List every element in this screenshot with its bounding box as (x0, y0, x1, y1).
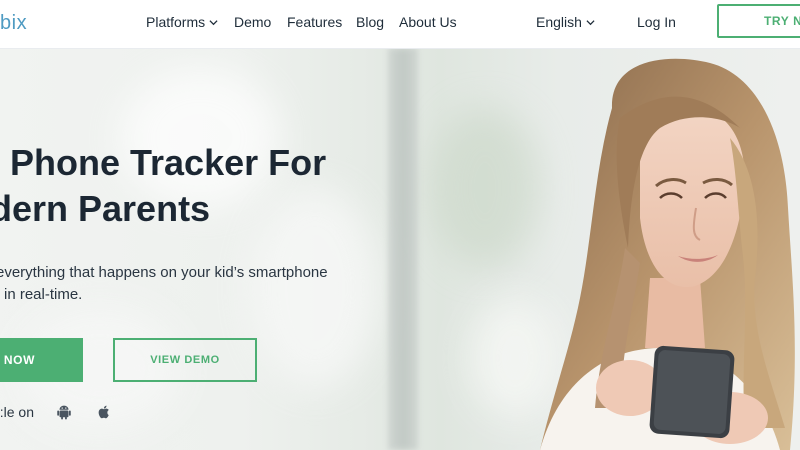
try-now-header-label: TRY NO (764, 14, 800, 28)
nav-features[interactable]: Features (287, 14, 342, 30)
subtext-line-2: in real-time. (4, 286, 83, 303)
available-on-label: le on: (0, 404, 34, 420)
login-link[interactable]: Log In (637, 14, 676, 30)
try-now-label: Y NOW (0, 353, 35, 367)
apple-icon[interactable] (95, 403, 113, 421)
view-demo-label: VIEW DEMO (150, 354, 220, 366)
try-now-header-button[interactable]: TRY NO (717, 4, 800, 38)
hero-woman-image (540, 58, 795, 450)
hero-section: l Phone Tracker For dern Parents everyth… (0, 48, 800, 450)
nav-blog-label: Blog (356, 14, 385, 30)
language-label: English (536, 14, 582, 30)
headline-line-1: l Phone Tracker For (0, 142, 327, 183)
login-label: Log In (637, 14, 676, 30)
nav-blog[interactable]: Blog (356, 14, 384, 30)
nav-demo-label: Demo (234, 14, 272, 30)
language-selector[interactable]: English (536, 14, 595, 30)
chevron-down-icon (586, 19, 595, 25)
nav-platforms[interactable]: Platforms (146, 14, 218, 30)
nav-about-us[interactable]: About Us (399, 14, 457, 30)
hero-subtext: everything that happens on your kid’s sm… (0, 262, 328, 306)
try-now-button[interactable]: Y NOW (0, 338, 83, 382)
nav-platforms-label: Platforms (146, 14, 206, 30)
subtext-line-1: everything that happens on your kid’s sm… (0, 264, 328, 281)
android-icon[interactable] (55, 403, 73, 421)
chevron-down-icon (209, 19, 218, 25)
view-demo-button[interactable]: VIEW DEMO (113, 338, 257, 382)
brand-logo[interactable]: bix (0, 12, 27, 35)
nav-features-label: Features (287, 14, 343, 30)
hero-headline: l Phone Tracker For dern Parents (0, 140, 326, 232)
headline-line-2: dern Parents (0, 188, 211, 229)
nav-about-us-label: About Us (399, 14, 457, 30)
site-header: bix Platforms Demo Features Blog About U… (0, 0, 800, 49)
nav-demo[interactable]: Demo (234, 14, 271, 30)
background-pillar (388, 48, 418, 450)
